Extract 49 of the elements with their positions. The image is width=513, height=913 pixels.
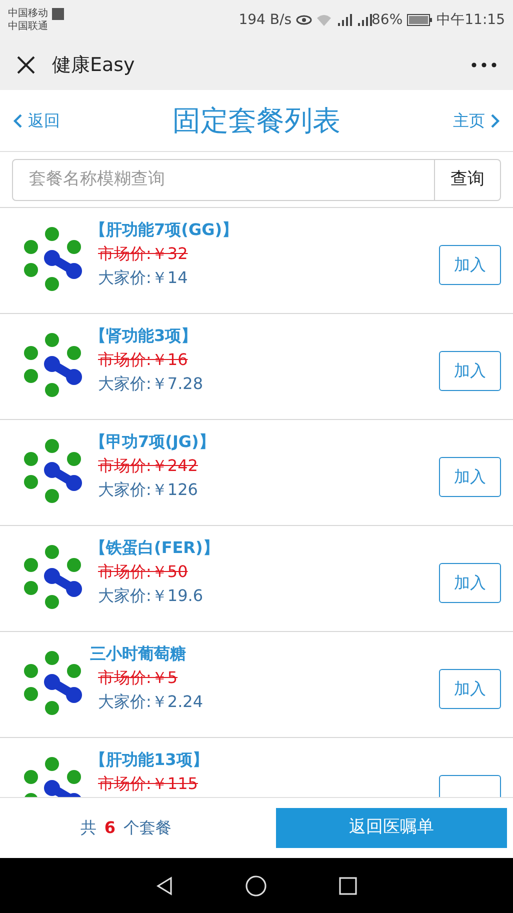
recents-button[interactable] xyxy=(338,876,358,896)
add-button[interactable]: 加入 xyxy=(439,669,501,709)
notification-icon xyxy=(52,8,64,20)
market-price: 市场价:￥16 xyxy=(98,349,189,371)
page-title: 固定套餐列表 xyxy=(172,102,342,138)
market-price: 市场价:￥32 xyxy=(98,243,189,265)
battery-percent: 86% xyxy=(372,10,403,30)
member-price: 大家价:￥7.28 xyxy=(98,373,204,395)
signal-icon xyxy=(356,14,372,26)
search-field[interactable]: 套餐名称模糊查询 xyxy=(12,158,435,200)
carrier-label: 中国移动 xyxy=(8,7,48,20)
package-name: 【甲功7项(JG)】 xyxy=(90,431,216,453)
member-price: 大家价:￥14 xyxy=(98,267,189,289)
add-button[interactable]: 加入 xyxy=(439,245,501,285)
window-title: 健康Easy xyxy=(52,52,135,78)
more-button[interactable] xyxy=(471,60,497,70)
back-link[interactable]: 返回 xyxy=(12,108,92,132)
market-price: 市场价:￥50 xyxy=(98,561,189,583)
close-button[interactable] xyxy=(16,55,36,75)
member-price: 大家价:￥126 xyxy=(98,479,199,501)
member-price: 大家价:￥2.24 xyxy=(98,691,204,713)
package-name: 【铁蛋白(FER)】 xyxy=(90,537,220,559)
market-price: 市场价:￥242 xyxy=(98,455,199,477)
home-button[interactable] xyxy=(245,874,268,896)
package-name: 三小时葡萄糖 xyxy=(90,643,187,665)
search-button[interactable]: 查询 xyxy=(435,158,501,200)
package-name: 【肾功能3项】 xyxy=(90,325,198,347)
eye-icon xyxy=(296,14,312,26)
package-count: 6 xyxy=(104,817,116,839)
chevron-right-icon xyxy=(489,112,501,128)
wifi-icon xyxy=(316,14,332,26)
add-button[interactable]: 加入 xyxy=(439,563,501,603)
battery-icon xyxy=(406,14,433,26)
add-button[interactable]: 加入 xyxy=(439,457,501,497)
market-price: 市场价:￥115 xyxy=(98,773,199,795)
carrier-label: 中国联通 xyxy=(8,20,48,33)
signal-icon xyxy=(336,14,352,26)
market-price: 市场价:￥5 xyxy=(98,667,179,689)
package-name: 【肝功能13项】 xyxy=(90,749,210,771)
network-speed: 194 B/s xyxy=(238,10,292,30)
member-price: 大家价:￥19.6 xyxy=(98,585,204,607)
add-button[interactable]: 加入 xyxy=(439,351,501,391)
count-label: 个套餐 xyxy=(124,817,172,839)
count-label: 共 xyxy=(80,817,96,839)
return-button[interactable]: 返回医嘱单 xyxy=(276,808,507,848)
package-name: 【肝功能7项(GG)】 xyxy=(90,219,240,241)
clock: 中午11:15 xyxy=(436,10,505,30)
home-link[interactable]: 主页 xyxy=(421,108,501,132)
chevron-left-icon xyxy=(12,112,24,128)
